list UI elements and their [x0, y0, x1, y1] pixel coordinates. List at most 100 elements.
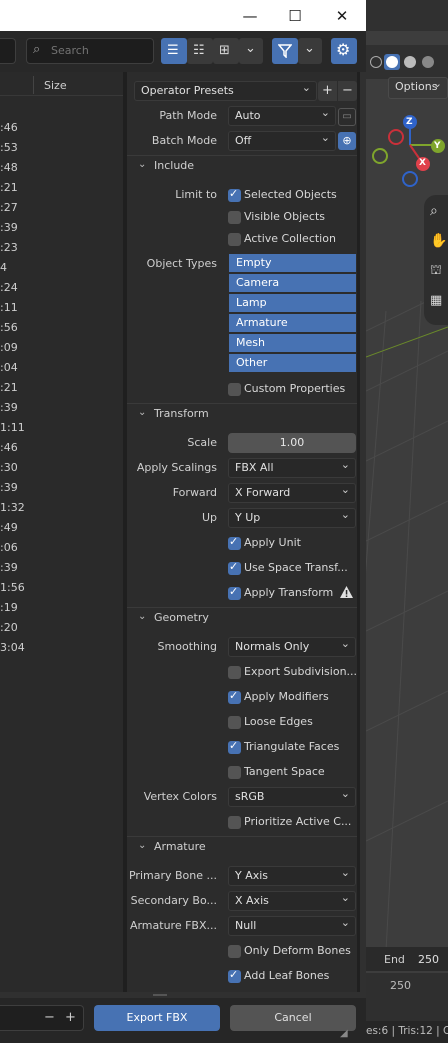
file-list-item[interactable]: :19 — [0, 601, 30, 614]
selected-objects-checkbox[interactable] — [228, 187, 241, 202]
scale-field[interactable]: 1.00 — [228, 433, 356, 453]
resize-grip-icon[interactable]: ◢ — [340, 1028, 348, 1039]
file-list-item[interactable]: :11 — [0, 301, 30, 314]
remove-preset-button[interactable]: − — [338, 81, 357, 101]
file-list-item[interactable]: :39 — [0, 401, 30, 414]
object-type-mesh[interactable]: Mesh — [229, 334, 356, 353]
solid-shading-icon[interactable] — [384, 54, 400, 70]
custom-properties-checkbox[interactable] — [228, 383, 241, 396]
up-axis-dropdown[interactable]: Y Up — [228, 506, 356, 528]
cancel-button[interactable]: Cancel — [230, 1005, 356, 1031]
wireframe-shading-icon[interactable] — [370, 56, 382, 68]
apply-scalings-dropdown[interactable]: FBX All — [228, 456, 356, 478]
filename-field[interactable]: − + — [0, 1005, 84, 1031]
include-chevron-icon[interactable]: ⌄ — [138, 159, 146, 170]
active-collection-checkbox[interactable] — [228, 233, 241, 246]
file-list-item[interactable]: :20 — [0, 621, 30, 634]
export-subdivision-checkbox[interactable] — [228, 666, 241, 679]
armature-section-header[interactable]: Armature — [154, 840, 206, 853]
visible-objects-checkbox[interactable] — [228, 211, 241, 224]
file-list-item[interactable]: 1:56 — [0, 581, 30, 594]
size-column-header[interactable]: Size — [44, 79, 67, 92]
tangent-space-checkbox[interactable] — [228, 766, 241, 779]
shading-buttons[interactable] — [370, 54, 440, 71]
maximize-button[interactable]: ☐ — [285, 6, 305, 26]
apply-unit-checkbox[interactable] — [228, 535, 241, 550]
file-list-item[interactable]: 1:32 — [0, 501, 30, 514]
viewport-options-dropdown[interactable]: Options — [388, 75, 448, 99]
zoom-icon[interactable]: ⌕ — [430, 203, 438, 219]
decrement-filename-button[interactable]: − — [44, 1010, 55, 1025]
embed-textures-icon[interactable]: ▭ — [338, 108, 356, 126]
end-frame-value[interactable]: 250 — [418, 953, 439, 966]
minimize-button[interactable]: — — [240, 6, 260, 26]
smoothing-dropdown[interactable]: Normals Only — [228, 635, 356, 657]
increment-filename-button[interactable]: + — [65, 1010, 76, 1025]
object-type-empty[interactable]: Empty — [229, 254, 356, 273]
thumbnail-view-button[interactable]: ⊞ — [213, 38, 239, 64]
view-options-dropdown[interactable]: ⌄ — [239, 38, 263, 64]
file-list-item[interactable]: :49 — [0, 521, 30, 534]
batch-own-dir-icon[interactable]: ⊕ — [338, 132, 356, 150]
filter-options-dropdown[interactable]: ⌄ — [298, 38, 322, 64]
only-deform-bones-checkbox[interactable] — [228, 945, 241, 958]
rendered-shading-icon[interactable] — [422, 56, 434, 68]
file-list-item[interactable]: :39 — [0, 221, 30, 234]
filter-toggle-button[interactable] — [272, 38, 298, 64]
panel-resize-handle[interactable] — [153, 994, 167, 996]
file-list-item[interactable]: :56 — [0, 321, 30, 334]
camera-view-icon[interactable]: ⛫ — [430, 263, 442, 280]
use-space-transform-checkbox[interactable] — [228, 560, 241, 575]
object-type-lamp[interactable]: Lamp — [229, 294, 356, 313]
transform-chevron-icon[interactable]: ⌄ — [138, 407, 146, 418]
geometry-section-header[interactable]: Geometry — [154, 611, 209, 624]
file-list-item[interactable]: :04 — [0, 361, 30, 374]
add-leaf-bones-checkbox[interactable] — [228, 968, 241, 983]
export-fbx-button[interactable]: Export FBX — [94, 1005, 220, 1031]
file-list-item[interactable]: :24 — [0, 281, 30, 294]
apply-modifiers-checkbox[interactable] — [228, 689, 241, 704]
file-list-item[interactable]: :23 — [0, 241, 30, 254]
grid-view-icon[interactable]: ▦ — [430, 293, 442, 308]
object-type-camera[interactable]: Camera — [229, 274, 356, 293]
include-section-header[interactable]: Include — [154, 159, 194, 172]
transform-section-header[interactable]: Transform — [154, 407, 209, 420]
geometry-chevron-icon[interactable]: ⌄ — [138, 611, 146, 622]
triangulate-faces-checkbox[interactable] — [228, 739, 241, 754]
file-list-item[interactable]: :46 — [0, 121, 30, 134]
pan-hand-icon[interactable]: ✋ — [430, 233, 447, 249]
file-list-item[interactable]: :30 — [0, 461, 30, 474]
file-list-item[interactable]: :21 — [0, 381, 30, 394]
panel-scrollbar[interactable] — [357, 72, 360, 992]
vertical-list-view-button[interactable]: ☰ — [161, 38, 187, 64]
armature-chevron-icon[interactable]: ⌄ — [138, 840, 146, 851]
search-input[interactable] — [26, 38, 154, 64]
loose-edges-checkbox[interactable] — [228, 716, 241, 729]
armature-fbx-node-dropdown[interactable]: Null — [228, 914, 356, 936]
file-list-item[interactable]: :09 — [0, 341, 30, 354]
object-type-armature[interactable]: Armature — [229, 314, 356, 333]
prioritize-active-checkbox[interactable] — [228, 816, 241, 829]
apply-transform-checkbox[interactable] — [228, 585, 241, 600]
add-preset-button[interactable]: + — [318, 81, 337, 101]
file-list-item[interactable]: :46 — [0, 441, 30, 454]
file-list-item[interactable]: :06 — [0, 541, 30, 554]
material-shading-icon[interactable] — [404, 56, 416, 68]
operator-presets-dropdown[interactable]: Operator Presets — [134, 79, 317, 101]
object-type-other[interactable]: Other — [229, 354, 356, 373]
timeline-area[interactable]: 250 — [366, 973, 448, 1023]
primary-bone-axis-dropdown[interactable]: Y Axis — [228, 864, 356, 886]
file-list-item[interactable]: :48 — [0, 161, 30, 174]
horizontal-list-view-button[interactable]: ☷ — [187, 38, 213, 64]
file-list-item[interactable]: 1:11 — [0, 421, 30, 434]
file-list-item[interactable]: :21 — [0, 181, 30, 194]
file-list-item[interactable]: :53 — [0, 141, 30, 154]
forward-axis-dropdown[interactable]: X Forward — [228, 481, 356, 503]
file-list-item[interactable]: 4 — [0, 261, 30, 274]
close-button[interactable]: ✕ — [332, 6, 352, 26]
path-mode-dropdown[interactable]: Auto — [228, 104, 336, 126]
file-list-item[interactable]: :39 — [0, 481, 30, 494]
path-field[interactable] — [0, 38, 16, 64]
3d-viewport[interactable]: Options Z Y X ⌕ ✋ ⛫ ▦ End 250 250 es:6 |… — [366, 31, 448, 1043]
settings-toggle-button[interactable]: ⚙ — [331, 38, 357, 64]
